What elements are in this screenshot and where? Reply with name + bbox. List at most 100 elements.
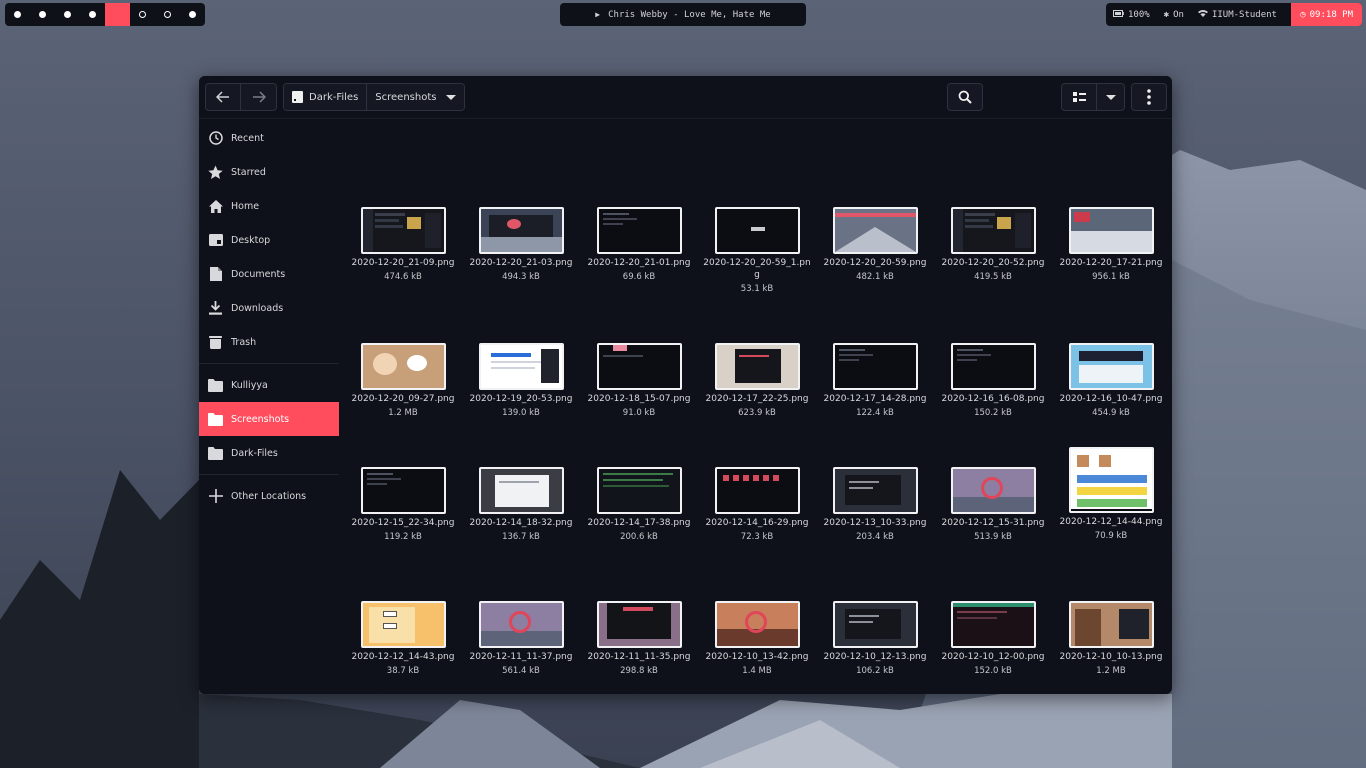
file-thumbnail [478, 467, 564, 514]
battery-icon [1113, 9, 1124, 20]
sidebar-item-recent[interactable]: Recent [199, 121, 339, 155]
thumbnail-shape [498, 481, 539, 483]
thumbnail-shape [952, 497, 1034, 512]
thumbnail-shape [506, 219, 521, 229]
thumbnail-shape [772, 475, 779, 481]
music-player[interactable]: ▶ Chris Webby - Love Me, Hate Me [560, 3, 806, 26]
thumbnail-shape [834, 227, 916, 252]
file-item[interactable]: 2020-12-20_21-09.png 474.6 kB [349, 207, 457, 283]
forward-button[interactable] [241, 83, 277, 111]
sidebar-item-kulliyya[interactable]: Kulliyya [199, 368, 339, 402]
system-tray: 100% ✱ On IIUM-Student ◷ 09:18 PM [1106, 3, 1362, 26]
thumbnail-shape [1078, 351, 1143, 361]
file-item[interactable]: 2020-12-12_14-44.png 70.9 kB [1057, 447, 1165, 542]
path-crumb-current[interactable]: Screenshots [366, 84, 465, 110]
workspace-3[interactable] [55, 3, 80, 26]
thumbnail-shape [602, 355, 643, 357]
home-icon [208, 199, 223, 214]
file-name: 2020-12-12_14-44.png [1059, 517, 1163, 527]
header-bar: Dark-Files Screenshots [199, 76, 1172, 119]
file-name: 2020-12-14_16-29.png [705, 518, 809, 528]
file-item[interactable]: 2020-12-12_14-43.png 38.7 kB [349, 601, 457, 677]
battery-indicator[interactable]: 100% [1106, 9, 1157, 20]
file-thumbnail [360, 207, 446, 254]
file-item[interactable]: 2020-12-16_10-47.png 454.9 kB [1057, 343, 1165, 419]
workspace-2[interactable] [30, 3, 55, 26]
file-item[interactable]: 2020-12-18_15-07.png 91.0 kB [585, 343, 693, 419]
sidebar-item-trash[interactable]: Trash [199, 325, 339, 359]
file-item[interactable]: 2020-12-14_16-29.png 72.3 kB [703, 467, 811, 543]
arrow-left-icon [216, 91, 229, 103]
workspace-1[interactable] [5, 3, 30, 26]
workspace-6[interactable] [130, 3, 155, 26]
play-icon[interactable]: ▶ [595, 10, 600, 19]
file-thumbnail [1068, 207, 1154, 254]
file-item[interactable]: 2020-12-10_12-00.png 152.0 kB [939, 601, 1047, 677]
file-item[interactable]: 2020-12-20_20-59.png 482.1 kB [821, 207, 929, 283]
file-size: 200.6 kB [620, 532, 658, 542]
file-grid: 2020-12-20_21-09.png 474.6 kB 2020-12-20_2… [339, 119, 1172, 694]
list-view-button[interactable] [1061, 83, 1097, 111]
workspace-dot-icon [189, 11, 196, 18]
file-item[interactable]: 2020-12-20_21-03.png 494.3 kB [467, 207, 575, 283]
file-item[interactable]: 2020-12-20_20-59_1.png 53.1 kB [703, 207, 811, 295]
file-item[interactable]: 2020-12-11_11-37.png 561.4 kB [467, 601, 575, 677]
file-item[interactable]: 2020-12-14_18-32.png 136.7 kB [467, 467, 575, 543]
file-item[interactable]: 2020-12-12_15-31.png 513.9 kB [939, 467, 1047, 543]
file-size: 454.9 kB [1092, 408, 1130, 418]
thumbnail-shape [838, 354, 873, 356]
file-thumbnail [596, 343, 682, 390]
thumbnail-shape [480, 631, 562, 646]
thumbnail-shape [964, 219, 989, 222]
workspace-8[interactable] [180, 3, 205, 26]
wifi-icon [1197, 9, 1208, 20]
file-item[interactable]: 2020-12-15_22-34.png 119.2 kB [349, 467, 457, 543]
thumbnail-shape [598, 209, 680, 252]
file-item[interactable]: 2020-12-13_10-33.png 203.4 kB [821, 467, 929, 543]
file-thumbnail [596, 601, 682, 648]
view-options-button[interactable] [1097, 83, 1125, 111]
clock-icon [208, 131, 223, 146]
workspace-dot-icon [114, 11, 121, 18]
file-item[interactable]: 2020-12-17_22-25.png 623.9 kB [703, 343, 811, 419]
file-item[interactable]: 2020-12-20_17-21.png 956.1 kB [1057, 207, 1165, 283]
sidebar-item-dark-files[interactable]: Dark-Files [199, 436, 339, 470]
sidebar-item-documents[interactable]: Documents [199, 257, 339, 291]
file-item[interactable]: 2020-12-19_20-53.png 139.0 kB [467, 343, 575, 419]
file-item[interactable]: 2020-12-10_12-13.png 106.2 kB [821, 601, 929, 677]
thumbnail-shape [494, 475, 549, 507]
file-item[interactable]: 2020-12-11_11-35.png 298.8 kB [585, 601, 693, 677]
thumbnail-shape [744, 611, 767, 633]
file-item[interactable]: 2020-12-16_16-08.png 150.2 kB [939, 343, 1047, 419]
sidebar-item-desktop[interactable]: Desktop [199, 223, 339, 257]
file-item[interactable]: 2020-12-10_13-42.png 1.4 MB [703, 601, 811, 677]
file-item[interactable]: 2020-12-14_17-38.png 200.6 kB [585, 467, 693, 543]
path-crumb-root[interactable]: Dark-Files [284, 84, 367, 110]
sidebar-item-home[interactable]: Home [199, 189, 339, 223]
file-item[interactable]: 2020-12-20_09-27.png 1.2 MB [349, 343, 457, 419]
search-button[interactable] [947, 83, 983, 111]
menu-button[interactable] [1131, 83, 1167, 111]
file-thumbnail [832, 207, 918, 254]
thumbnail-shape [750, 227, 765, 231]
clock[interactable]: ◷ 09:18 PM [1291, 3, 1362, 26]
workspace-5[interactable] [105, 3, 130, 26]
thumbnail-shape [374, 225, 403, 228]
wifi-indicator[interactable]: IIUM-Student [1191, 9, 1284, 20]
sidebar-item-starred[interactable]: Starred [199, 155, 339, 189]
file-item[interactable]: 2020-12-10_10-13.png 1.2 MB [1057, 601, 1165, 677]
sidebar-item-other-locations[interactable]: Other Locations [199, 479, 339, 513]
file-item[interactable]: 2020-12-17_14-28.png 122.4 kB [821, 343, 929, 419]
sidebar-item-downloads[interactable]: Downloads [199, 291, 339, 325]
file-name: 2020-12-20_20-52.png [941, 258, 1045, 268]
file-item[interactable]: 2020-12-20_20-52.png 419.5 kB [939, 207, 1047, 283]
file-size: 513.9 kB [974, 532, 1012, 542]
workspace-dot-icon [14, 11, 21, 18]
bluetooth-indicator[interactable]: ✱ On [1157, 10, 1191, 20]
file-size: 106.2 kB [856, 666, 894, 676]
sidebar-item-screenshots[interactable]: Screenshots [199, 402, 339, 436]
file-item[interactable]: 2020-12-20_21-01.png 69.6 kB [585, 207, 693, 283]
back-button[interactable] [205, 83, 241, 111]
workspace-7[interactable] [155, 3, 180, 26]
workspace-4[interactable] [80, 3, 105, 26]
